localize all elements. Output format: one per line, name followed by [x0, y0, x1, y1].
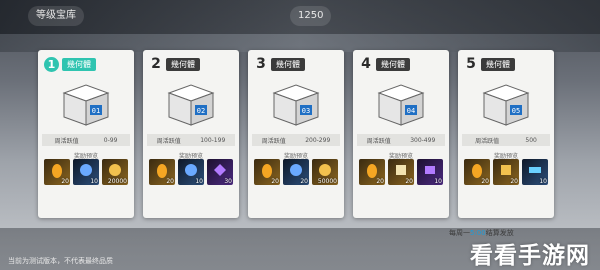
range-row: 周活跃值 0-99: [42, 134, 130, 146]
crystal-icon: [472, 164, 482, 178]
reward-slot[interactable]: 20: [493, 159, 519, 185]
reward-slot[interactable]: 10: [417, 159, 443, 185]
scroll-icon: [396, 165, 406, 175]
reward-slot[interactable]: 50000: [312, 159, 338, 185]
top-bar: 等级宝库 1250: [0, 0, 600, 34]
crystal-icon: [262, 164, 272, 178]
crate-image: 01: [46, 74, 126, 134]
reward-slot[interactable]: 10: [178, 159, 204, 185]
tier-tag: 幾何體: [62, 57, 96, 71]
crystal-icon: [157, 164, 167, 178]
tier-card-1[interactable]: 1 幾何體 01 周活跃值 0-99 奖励预览 20 10 20000: [38, 50, 134, 218]
svg-text:04: 04: [407, 107, 415, 115]
crystal-icon: [52, 164, 62, 178]
watermark: 看看手游网: [470, 243, 590, 269]
tier-number: 5: [466, 56, 476, 72]
tier-card-3[interactable]: 3 幾何體 03 周活跃值 200-299 奖励预览 20 20 50000: [248, 50, 344, 218]
title-chip: 等级宝库: [28, 6, 84, 26]
orb-icon: [80, 164, 92, 176]
crate-image: 05: [466, 74, 546, 134]
crystal-icon: [367, 164, 377, 178]
range-row: 周活跃值 500: [462, 134, 550, 146]
tier-number: 4: [361, 56, 371, 72]
tier-card-5[interactable]: 5 幾何體 05 周活跃值 500 奖励预览 20 20 10: [458, 50, 554, 218]
reward-slot[interactable]: 20000: [102, 159, 128, 185]
svg-text:05: 05: [512, 107, 520, 115]
range-row: 周活跃值 300-499: [357, 134, 445, 146]
tier-number: 1: [44, 56, 59, 72]
currency-chip: 1250: [290, 6, 332, 26]
chip-icon: [425, 166, 435, 174]
reward-slot[interactable]: 20: [388, 159, 414, 185]
reward-slot[interactable]: 20: [44, 159, 70, 185]
crate-image: 02: [151, 74, 231, 134]
tier-tag: 幾何體: [166, 57, 200, 71]
tier-tag: 幾何體: [376, 57, 410, 71]
tier-tag: 幾何體: [481, 57, 515, 71]
orb-icon: [185, 164, 197, 176]
reward-slot[interactable]: 20: [283, 159, 309, 185]
tier-card-2[interactable]: 2 幾何體 02 周活跃值 100-199 奖励预览 20 10 30: [143, 50, 239, 218]
crate-image: 04: [361, 74, 441, 134]
tier-card-4[interactable]: 4 幾何體 04 周活跃值 300-499 奖励预览 20 20 10: [353, 50, 449, 218]
orb-icon: [290, 164, 302, 176]
reward-slot[interactable]: 20: [254, 159, 280, 185]
tier-number: 2: [151, 56, 161, 72]
gem-icon: [214, 164, 226, 176]
reward-slot[interactable]: 20: [149, 159, 175, 185]
svg-text:03: 03: [302, 107, 310, 115]
reward-slot[interactable]: 20: [359, 159, 385, 185]
tier-tag: 幾何體: [271, 57, 305, 71]
reward-slot[interactable]: 10: [522, 159, 548, 185]
range-row: 周活跃值 200-299: [252, 134, 340, 146]
coin-icon: [319, 164, 331, 176]
disclaimer-text: 当前为测试版本，不代表最终品质: [8, 257, 113, 265]
card-icon: [501, 165, 511, 175]
range-row: 周活跃值 100-199: [147, 134, 235, 146]
reward-slot[interactable]: 10: [73, 159, 99, 185]
svg-text:02: 02: [197, 107, 205, 115]
ticket-icon: [529, 167, 541, 173]
crate-image: 03: [256, 74, 336, 134]
svg-text:01: 01: [92, 107, 100, 115]
reward-slot[interactable]: 30: [207, 159, 233, 185]
tier-number: 3: [256, 56, 266, 72]
coin-icon: [109, 164, 121, 176]
reward-slot[interactable]: 20: [464, 159, 490, 185]
